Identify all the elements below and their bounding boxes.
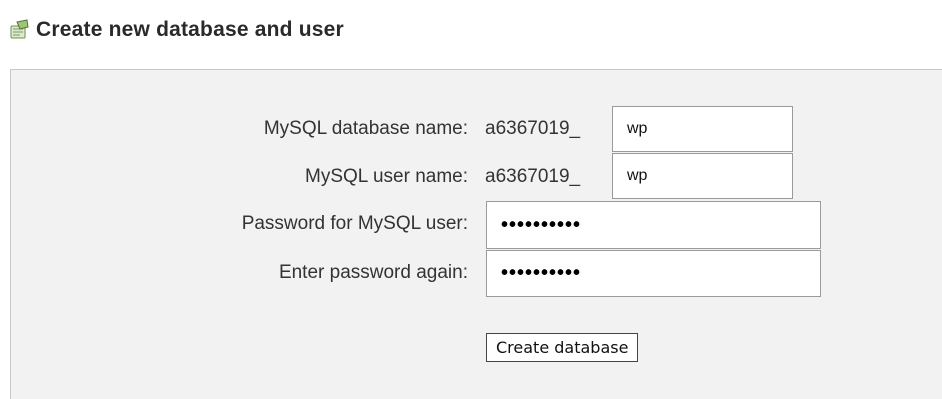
password-label: Password for MySQL user: (241, 213, 468, 234)
page-title: Create new database and user (36, 18, 344, 41)
password-again-label: Enter password again: (278, 262, 468, 283)
password-value: •••••••••• (501, 213, 582, 236)
user-name-input[interactable]: wp (612, 153, 793, 199)
page-header: Create new database and user (8, 14, 344, 46)
create-database-button[interactable]: Create database (486, 333, 639, 362)
user-name-label: MySQL user name: (305, 166, 468, 187)
db-name-label: MySQL database name: (263, 118, 468, 139)
db-name-input[interactable]: wp (612, 106, 793, 152)
user-name-prefix: a6367019_ (485, 166, 581, 187)
database-user-icon (8, 19, 30, 41)
db-name-prefix: a6367019_ (485, 118, 581, 139)
password-again-value: •••••••••• (501, 262, 582, 284)
password-input[interactable]: •••••••••• (486, 201, 821, 249)
password-again-input[interactable]: •••••••••• (486, 250, 821, 297)
user-name-value: wp (627, 167, 648, 184)
db-name-value: wp (627, 120, 648, 137)
